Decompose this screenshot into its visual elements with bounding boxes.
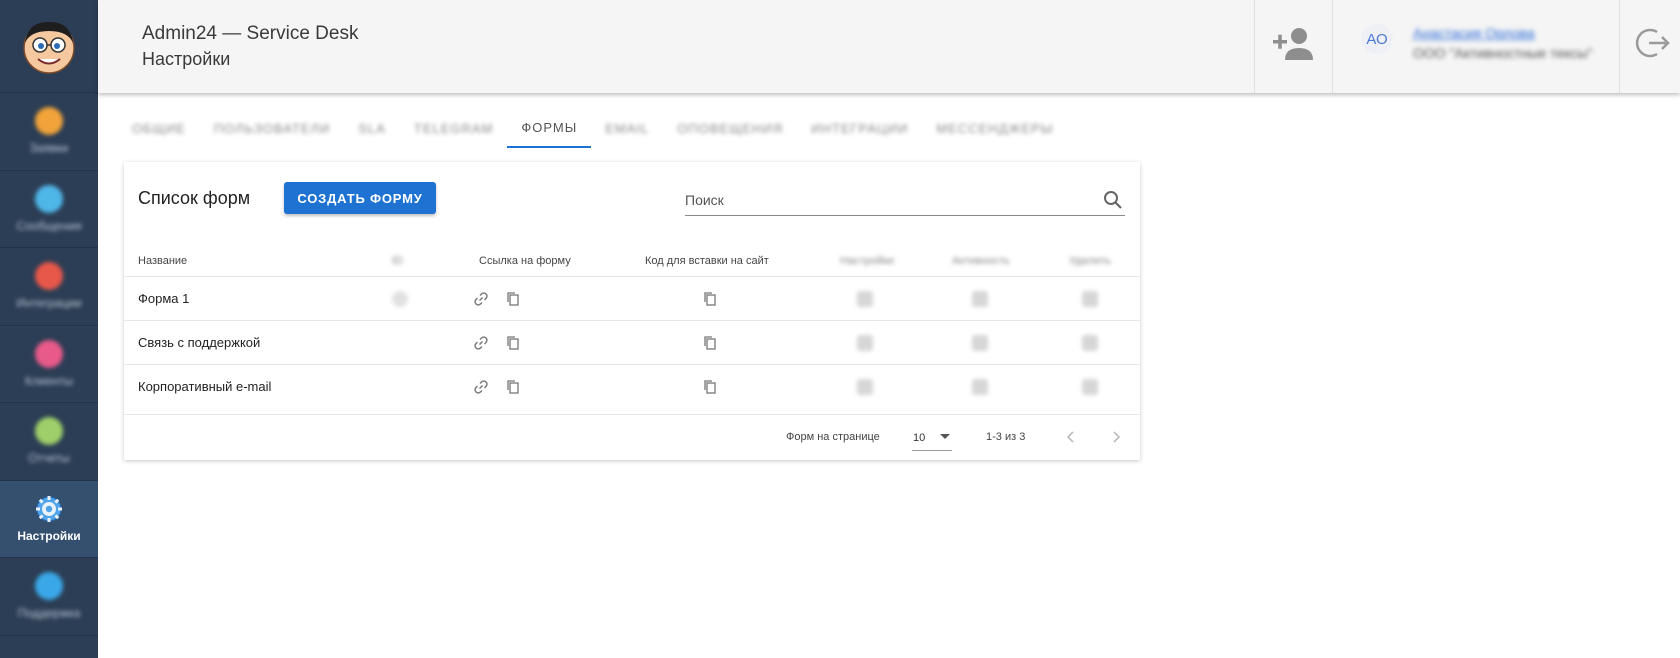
delete-icon[interactable] — [1082, 335, 1098, 351]
rows-per-page-select[interactable]: 10 — [912, 425, 952, 451]
tab-0[interactable]: ОБЩИЕ — [118, 108, 200, 148]
delete-icon[interactable] — [1082, 291, 1098, 307]
search-field — [685, 186, 1125, 216]
sidebar-item-label: Клиенты — [24, 373, 74, 388]
logout-icon[interactable] — [1635, 25, 1671, 61]
header-divider — [1254, 0, 1255, 93]
table-row: Форма 1 — [124, 276, 1140, 320]
header-divider — [1332, 0, 1333, 93]
copy-link-icon[interactable] — [505, 335, 521, 351]
copy-embed-code-icon[interactable] — [702, 335, 718, 351]
sidebar-item-reports[interactable]: Отчеты — [0, 403, 98, 481]
header-divider — [1619, 0, 1620, 93]
table-header: Название ID Ссылка на форму Код для вста… — [124, 246, 1140, 276]
column-header-embed: Код для вставки на сайт — [645, 255, 769, 267]
sidebar-item-label: Поддержка — [17, 606, 81, 621]
sidebar-item-label: Сообщения — [16, 218, 82, 233]
table-pagination: Форм на странице 10 1-3 из 3 — [124, 414, 1140, 460]
sidebar-item-tickets[interactable]: Заявки — [0, 93, 98, 171]
user-avatar[interactable]: АО — [1361, 24, 1393, 54]
create-form-button[interactable]: СОЗДАТЬ ФОРМУ — [284, 182, 436, 214]
settings-icon[interactable] — [857, 379, 873, 395]
copy-link-icon[interactable] — [505, 379, 521, 395]
column-header-name[interactable]: Название — [138, 246, 187, 276]
sidebar-item-clients[interactable]: Клиенты — [0, 326, 98, 403]
link-icon[interactable] — [473, 335, 489, 351]
top-header: Admin24 — Service Desk Настройки АО Анас… — [98, 0, 1680, 93]
sidebar-item-integrations[interactable]: Интеграции — [0, 248, 98, 326]
sidebar-item-label: Настройки — [17, 528, 81, 543]
app-logo[interactable] — [0, 0, 98, 93]
page-title: Настройки — [142, 49, 231, 69]
pagination-range: 1-3 из 3 — [986, 431, 1026, 443]
column-header-delete: Удалить — [1069, 255, 1111, 267]
sidebar-item-messages[interactable]: Сообщения — [0, 171, 98, 248]
rows-per-page-value: 10 — [913, 432, 926, 444]
messages-icon — [35, 184, 63, 213]
app-title: Admin24 — Service Desk — [142, 23, 359, 44]
sidebar-item-gear[interactable]: Настройки — [0, 480, 98, 558]
sidebar-item-label: Заявки — [29, 141, 69, 156]
table-row: Корпоративный e-mail — [124, 364, 1140, 408]
chevron-left-icon[interactable] — [1062, 428, 1080, 446]
form-id-icon — [392, 291, 408, 307]
forms-list-card: Список форм СОЗДАТЬ ФОРМУ Название ID Сс… — [124, 162, 1140, 460]
column-header-settings: Настройки — [840, 255, 894, 267]
tab-2[interactable]: SLA — [344, 108, 400, 148]
tab-5[interactable]: EMAIL — [591, 108, 663, 148]
clients-icon — [35, 339, 63, 368]
copy-embed-code-icon[interactable] — [702, 379, 718, 395]
rows-per-page-label: Форм на странице — [786, 431, 880, 443]
search-icon[interactable] — [1103, 190, 1123, 210]
integrations-icon — [35, 262, 63, 291]
link-icon[interactable] — [473, 379, 489, 395]
column-header-active: Активность — [952, 255, 1010, 267]
sidebar: Заявки Сообщения Интеграции Клиенты Отчеты На… — [0, 0, 98, 658]
form-name[interactable]: Корпоративный e-mail — [138, 365, 271, 409]
add-user-icon[interactable] — [1271, 24, 1315, 64]
card-title: Список форм — [138, 188, 251, 208]
tab-7[interactable]: ИНТЕГРАЦИИ — [797, 108, 922, 148]
tab-6[interactable]: ОПОВЕЩЕНИЯ — [663, 108, 797, 148]
active-toggle-icon[interactable] — [972, 335, 988, 351]
support-icon — [35, 572, 63, 601]
chevron-right-icon[interactable] — [1107, 428, 1125, 446]
avatar-face-logo-icon — [23, 21, 75, 74]
table-row: Связь с поддержкой — [124, 320, 1140, 364]
delete-icon[interactable] — [1082, 379, 1098, 395]
search-input[interactable] — [685, 186, 1085, 214]
user-organization: ООО "Активностные тексы" — [1413, 45, 1593, 61]
column-header-link: Ссылка на форму — [479, 255, 571, 267]
sidebar-item-label: Интеграции — [16, 296, 82, 311]
tab-1[interactable]: ПОЛЬЗОВАТЕЛИ — [200, 108, 344, 148]
settings-tabs: ОБЩИЕ ПОЛЬЗОВАТЕЛИ SLA TELEGRAM ФОРМЫ EMAIL ОП… — [118, 108, 1067, 148]
reports-icon — [35, 417, 63, 446]
tab-4[interactable]: ФОРМЫ — [507, 108, 592, 148]
copy-embed-code-icon[interactable] — [702, 291, 718, 307]
sidebar-item-label: Отчеты — [28, 451, 70, 466]
active-toggle-icon[interactable] — [972, 379, 988, 395]
active-toggle-icon[interactable] — [972, 291, 988, 307]
tab-8[interactable]: МЕССЕНДЖЕРЫ — [922, 108, 1067, 148]
user-name-link[interactable]: Анастасия Орлова — [1413, 25, 1535, 41]
chevron-down-icon — [940, 434, 950, 439]
form-name[interactable]: Связь с поддержкой — [138, 321, 260, 365]
settings-icon[interactable] — [857, 335, 873, 351]
settings-icon[interactable] — [857, 291, 873, 307]
sidebar-item-support[interactable]: Поддержка — [0, 558, 98, 636]
form-name[interactable]: Форма 1 — [138, 277, 189, 321]
tab-3[interactable]: TELEGRAM — [400, 108, 508, 148]
link-icon[interactable] — [473, 291, 489, 307]
gear-icon — [36, 495, 62, 522]
tickets-icon — [35, 107, 63, 136]
copy-link-icon[interactable] — [505, 291, 521, 307]
column-header-id[interactable]: ID — [392, 246, 403, 276]
